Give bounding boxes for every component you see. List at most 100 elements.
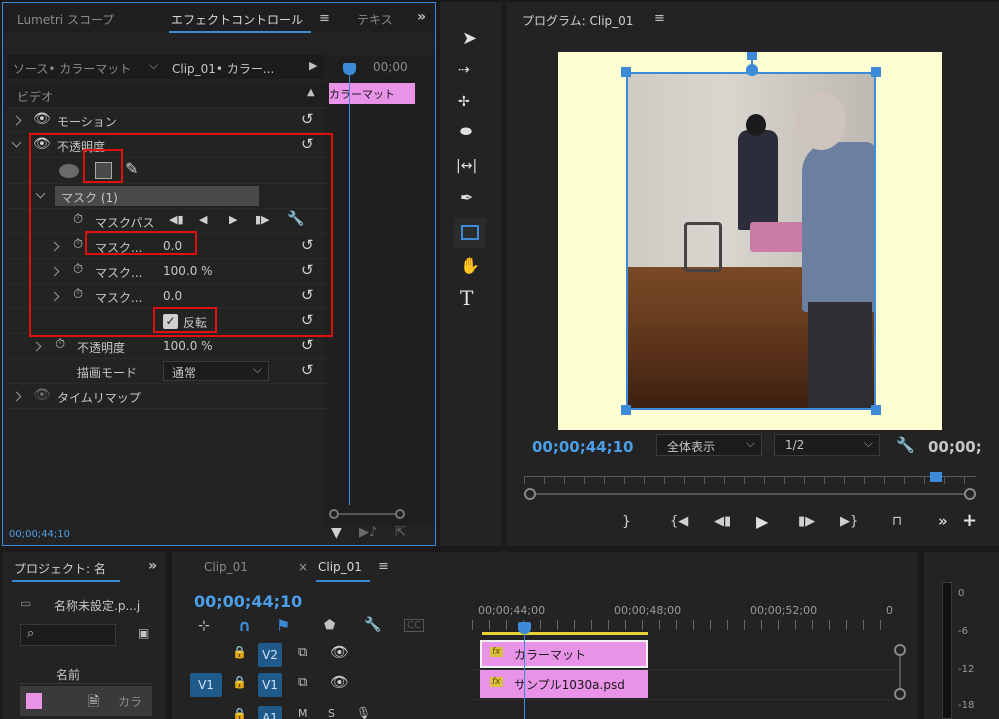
source-patch-v1[interactable]: V1 xyxy=(190,673,222,697)
collapse-up-icon[interactable]: ▲ xyxy=(307,87,315,98)
mask-handle[interactable] xyxy=(871,67,881,77)
panel-menu-icon[interactable]: ≡ xyxy=(378,559,389,574)
tab-text[interactable]: テキス xyxy=(357,11,393,28)
track-select-tool-icon[interactable]: ⇢ xyxy=(458,62,470,78)
opacity-value[interactable]: 100.0 % xyxy=(163,339,213,353)
ripple-edit-tool-icon[interactable]: ✢ xyxy=(458,94,470,110)
clip-chip[interactable]: カラーマット xyxy=(325,83,415,104)
quality-select[interactable]: 1/2 ⌵ xyxy=(774,434,880,456)
project-column-header[interactable]: 名前 xyxy=(20,662,152,684)
go-to-out-icon[interactable]: ▶} xyxy=(840,514,858,529)
panel-menu-icon[interactable]: ≡ xyxy=(654,11,665,26)
tab-effect-controls[interactable]: エフェクトコントロール xyxy=(171,11,303,28)
export-icon[interactable]: ⇱ xyxy=(395,525,406,540)
clip-sample-psd[interactable]: fx サンプル1030a.psd xyxy=(480,670,648,698)
blend-mode-select[interactable]: 通常 ⌵ xyxy=(163,361,269,381)
project-item[interactable]: 名称未設定.p...j xyxy=(54,597,140,614)
lift-icon[interactable]: ⊓ xyxy=(892,514,902,529)
lock-icon[interactable]: 🔒 xyxy=(232,675,247,689)
step-back-icon[interactable]: ◀▮ xyxy=(714,514,731,529)
mask-handle[interactable] xyxy=(871,405,881,415)
slip-tool-icon[interactable]: |↔| xyxy=(456,158,477,174)
mini-scroll[interactable] xyxy=(329,509,407,519)
type-tool-icon[interactable]: T xyxy=(460,286,473,310)
stopwatch-icon[interactable]: ⏱ xyxy=(55,337,65,352)
file-icon: 🗎 xyxy=(88,694,100,710)
audio-icon[interactable]: ▶♪ xyxy=(359,525,377,540)
scrubber-playhead-icon[interactable] xyxy=(930,472,942,482)
track-a1-header: 🔒 A1 M S 🎙 xyxy=(186,704,480,719)
eye-icon[interactable]: 👁 xyxy=(330,673,349,691)
work-area-bar[interactable] xyxy=(482,632,648,635)
razor-tool-icon[interactable]: ⬬ xyxy=(460,124,472,140)
program-timecode[interactable]: 00;00;44;10 xyxy=(532,438,634,456)
project-title[interactable]: プロジェクト: 名 xyxy=(14,560,106,577)
go-to-in-icon[interactable]: {◀ xyxy=(670,514,688,529)
reset-icon[interactable]: ↺ xyxy=(301,110,314,128)
timeline-ruler[interactable]: 00;00;44;00 00;00;48;00 00;00;52;00 0 xyxy=(472,600,912,636)
step-forward-icon[interactable]: ▮▶ xyxy=(798,514,815,529)
captions-icon[interactable]: CC xyxy=(404,619,424,632)
mask-rectangle[interactable] xyxy=(626,72,876,410)
overflow-chevron-icon[interactable]: » xyxy=(417,9,426,25)
tab-lumetri-scope[interactable]: Lumetri スコープ xyxy=(17,11,114,28)
motion-label: モーション xyxy=(57,115,117,129)
project-row[interactable]: 🗎 カラ xyxy=(20,686,152,716)
mask-handle[interactable] xyxy=(621,67,631,77)
mask-rotate-knob[interactable] xyxy=(747,52,757,60)
rectangle-tool-icon[interactable] xyxy=(454,218,486,248)
lock-icon[interactable]: 🔒 xyxy=(232,707,247,719)
solo-icon[interactable]: S xyxy=(328,707,335,719)
reset-icon[interactable]: ↺ xyxy=(301,361,314,379)
track-target-a1[interactable]: A1 xyxy=(258,706,282,719)
mask-handle[interactable] xyxy=(621,405,631,415)
track-target-v1[interactable]: V1 xyxy=(258,673,282,697)
clip-label[interactable]: Clip_01• カラー... xyxy=(172,60,274,77)
eye-icon[interactable]: 👁 xyxy=(33,387,51,403)
timeline-settings-wrench-icon[interactable]: 🔧 xyxy=(364,617,381,633)
zoom-select[interactable]: 全体表示 ⌵ xyxy=(656,434,762,456)
clip-color-matte[interactable]: fx カラーマット xyxy=(480,640,648,668)
reset-icon[interactable]: ↺ xyxy=(301,336,314,354)
panel-menu-icon[interactable]: ≡ xyxy=(319,11,330,26)
pen-tool-icon[interactable]: ✒ xyxy=(460,188,473,207)
filter-icon[interactable]: ▼ xyxy=(331,525,342,541)
close-icon[interactable]: × xyxy=(298,560,308,574)
play-clip-icon[interactable]: ▶ xyxy=(309,59,317,72)
tab-timeline-2[interactable]: Clip_01 xyxy=(318,560,362,574)
track-target-v2[interactable]: V2 xyxy=(258,643,282,667)
lock-icon[interactable]: 🔒 xyxy=(232,645,247,659)
new-bin-icon[interactable]: ▣ xyxy=(138,626,149,640)
play-icon[interactable]: ▶ xyxy=(756,512,768,531)
snap-magnet-icon[interactable]: ∩ xyxy=(238,616,251,635)
row-opacity-value[interactable]: ⏱ 不透明度 100.0 % ↺ xyxy=(7,334,329,359)
hand-tool-icon[interactable]: ✋ xyxy=(460,256,480,275)
sync-lock-icon[interactable]: ⧉ xyxy=(298,645,307,660)
sync-lock-icon[interactable]: ⧉ xyxy=(298,675,307,690)
eye-icon[interactable]: 👁 xyxy=(33,111,51,127)
row-motion[interactable]: 👁 モーション ↺ xyxy=(7,108,329,133)
mark-out-icon[interactable]: } xyxy=(622,514,631,530)
audio-meter: 0 -6 -12 -18 xyxy=(924,552,999,719)
overflow-chevron-icon[interactable]: » xyxy=(148,558,157,574)
linked-selection-icon[interactable]: ⚑ xyxy=(276,616,290,635)
clip-dropdown-arrow-icon[interactable]: ⌵ xyxy=(149,58,158,73)
add-button-icon[interactable]: + xyxy=(962,510,977,531)
program-scrubber[interactable] xyxy=(524,472,976,502)
project-search-input[interactable]: ⌕ xyxy=(20,624,116,646)
add-marker-icon[interactable]: ⬟ xyxy=(324,618,335,633)
vertical-scroll[interactable] xyxy=(894,644,908,719)
more-chevron-icon[interactable]: » xyxy=(938,512,948,530)
selection-tool-icon[interactable]: ➤ xyxy=(462,28,477,49)
fx-badge-icon: fx xyxy=(490,647,503,657)
microphone-icon[interactable]: 🎙 xyxy=(356,706,371,719)
eye-icon[interactable]: 👁 xyxy=(330,643,349,661)
program-canvas[interactable] xyxy=(558,52,942,430)
snap-insert-icon[interactable]: ⊹ xyxy=(198,618,210,634)
mute-icon[interactable]: M xyxy=(298,707,308,719)
tab-timeline-1[interactable]: Clip_01 xyxy=(204,560,248,574)
settings-wrench-icon[interactable]: 🔧 xyxy=(896,436,915,454)
row-blend-mode[interactable]: 描画モード 通常 ⌵ ↺ xyxy=(7,359,329,384)
timeline-timecode[interactable]: 00;00;44;10 xyxy=(194,592,302,611)
row-time-remap[interactable]: 👁 タイムリマップ xyxy=(7,384,329,409)
